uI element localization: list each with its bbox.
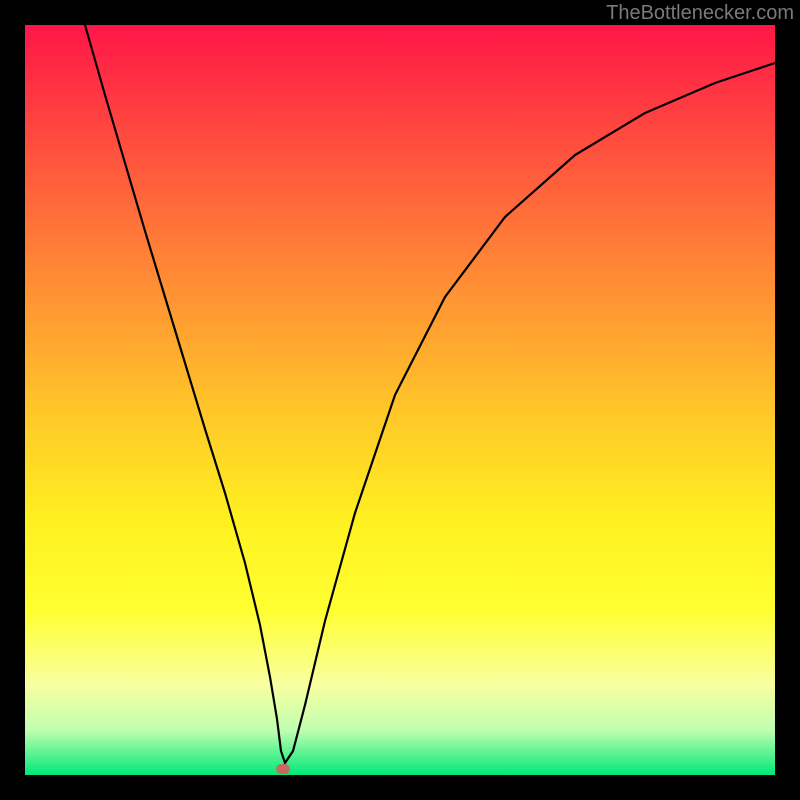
bottleneck-curve bbox=[85, 25, 775, 763]
attribution-text: TheBottlenecker.com bbox=[606, 2, 794, 25]
plot-area bbox=[25, 25, 775, 775]
chart-canvas: TheBottlenecker.com bbox=[0, 0, 800, 800]
curve-svg bbox=[25, 25, 775, 775]
optimal-marker bbox=[276, 764, 290, 774]
